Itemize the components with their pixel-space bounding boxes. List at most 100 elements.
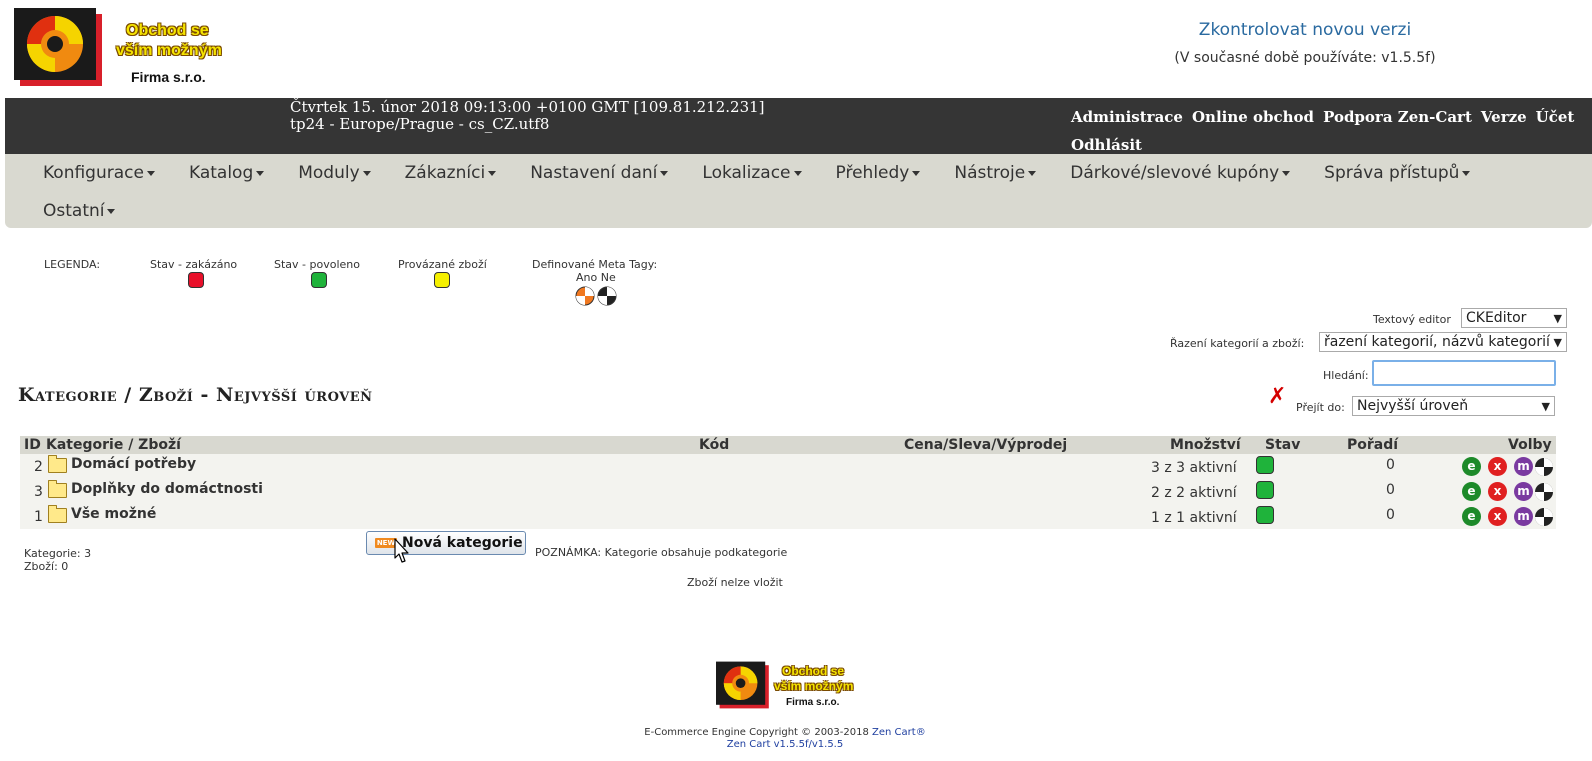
check-version-link[interactable]: Zkontrolovat novou verzi: [1140, 20, 1470, 40]
table-header: ID Kategorie / Zboží Kód Cena/Sleva/Výpr…: [20, 436, 1556, 454]
meta-no-icon[interactable]: [1534, 482, 1554, 502]
status-enabled-icon[interactable]: [1256, 456, 1274, 474]
caret-down-icon: [107, 208, 116, 214]
row-id: 2: [34, 459, 43, 475]
nav-account[interactable]: Účet: [1536, 108, 1575, 126]
goto-select[interactable]: Nejvyšší úroveň ▼: [1352, 396, 1555, 416]
delete-icon[interactable]: x: [1488, 457, 1507, 476]
version-box: Zkontrolovat novou verzi (V současné dob…: [1140, 20, 1470, 66]
shop-logo[interactable]: Obchod se vším možným Firma s.r.o.: [14, 6, 254, 92]
delete-icon[interactable]: x: [1488, 482, 1507, 501]
col-name[interactable]: Kategorie / Zboží: [46, 437, 181, 453]
meta-no-icon[interactable]: [1534, 507, 1554, 527]
caret-down-icon: [1028, 170, 1037, 176]
sort-select[interactable]: řazení kategorií, názvů kategorií ▼: [1319, 332, 1567, 352]
move-icon[interactable]: m: [1514, 482, 1533, 501]
logo-icon: [716, 661, 769, 709]
chevron-down-icon: ▼: [1553, 312, 1562, 325]
row-order: 0: [1386, 457, 1395, 473]
legend-title: LEGENDA:: [44, 258, 101, 271]
status-enabled-icon[interactable]: [1256, 481, 1274, 499]
move-icon[interactable]: m: [1514, 457, 1533, 476]
folder-icon[interactable]: [48, 455, 67, 473]
logo-text-line2: vším možným: [116, 42, 222, 59]
search-label: Hledání:: [1323, 369, 1369, 382]
caret-down-icon: [256, 170, 265, 176]
table-row[interactable]: 2 Domácí potřeby 3 z 3 aktivní 0 e x m: [20, 454, 1556, 479]
edit-icon[interactable]: e: [1462, 457, 1481, 476]
legend-disabled-label: Stav - zakázáno: [150, 258, 238, 271]
edit-icon[interactable]: e: [1462, 507, 1481, 526]
server-locale: tp24 - Europe/Prague - cs_CZ.utf8: [290, 115, 550, 133]
col-qty: Množství: [1170, 437, 1241, 453]
mouse-cursor-icon: [394, 538, 409, 563]
menu-prehledy[interactable]: Přehledy: [836, 163, 921, 183]
table-row[interactable]: 3 Doplňky do domáctnosti 2 z 2 aktivní 0…: [20, 479, 1556, 504]
category-name[interactable]: Domácí potřeby: [71, 456, 196, 472]
meta-no-icon: [597, 286, 617, 306]
main-menu-row-2: Ostatní: [43, 201, 149, 221]
caret-down-icon: [912, 170, 921, 176]
logo-text-line1: Obchod se: [126, 22, 209, 39]
move-icon[interactable]: m: [1514, 507, 1533, 526]
delete-icon[interactable]: x: [1488, 507, 1507, 526]
caret-down-icon: [793, 170, 802, 176]
main-menu: Konfigurace Katalog Moduly Zákazníci Nastave…: [5, 154, 1592, 228]
menu-sprava-pristupu[interactable]: Správa přístupů: [1324, 163, 1471, 183]
logo-text-line3: Firma s.r.o.: [131, 69, 206, 85]
admin-header-bar: Čtvrtek 15. únor 2018 09:13:00 +0100 GMT…: [5, 98, 1592, 154]
status-enabled-icon: [311, 272, 327, 288]
menu-lokalizace[interactable]: Lokalizace: [702, 163, 802, 183]
footer-logo-line1: Obchod se: [782, 664, 845, 678]
row-order: 0: [1386, 482, 1395, 498]
row-qty: 2 z 2 aktivní: [1151, 485, 1237, 501]
chevron-down-icon: ▼: [1553, 336, 1562, 349]
zencart-link[interactable]: Zen Cart®: [872, 727, 926, 738]
legend-meta-yesno: Ano Ne: [576, 271, 616, 284]
new-category-button[interactable]: NEW Nová kategorie: [366, 531, 526, 555]
nav-version[interactable]: Verze: [1481, 108, 1527, 126]
col-order[interactable]: Pořadí: [1347, 437, 1398, 453]
sort-label: Řazení kategorií a zboží:: [1170, 337, 1305, 350]
row-id: 1: [34, 509, 43, 525]
footer-logo[interactable]: Obchod se vším možným Firma s.r.o.: [716, 658, 866, 714]
page-title: Kategorie / Zboží - Nejvyšší úroveň: [18, 384, 373, 406]
menu-moduly[interactable]: Moduly: [298, 163, 371, 183]
editor-select[interactable]: CKEditor ▼: [1461, 308, 1567, 328]
nav-support[interactable]: Podpora Zen-Cart: [1323, 108, 1472, 126]
new-category-label: Nová kategorie: [402, 535, 523, 551]
category-name[interactable]: Vše možné: [71, 506, 156, 522]
footer-logo-line3: Firma s.r.o.: [786, 697, 840, 708]
linked-product-icon: [434, 272, 450, 288]
search-input[interactable]: [1372, 360, 1556, 386]
table-row[interactable]: 1 Vše možné 1 z 1 aktivní 0 e x m: [20, 504, 1556, 529]
menu-katalog[interactable]: Katalog: [189, 163, 265, 183]
menu-kupony[interactable]: Dárkové/slevové kupóny: [1070, 163, 1291, 183]
zencart-version-link[interactable]: Zen Cart v1.5.5f/v1.5.5: [727, 739, 843, 750]
menu-nastaveni-dani[interactable]: Nastavení daní: [530, 163, 669, 183]
category-name[interactable]: Doplňky do domáctnosti: [71, 481, 263, 497]
menu-nastroje[interactable]: Nástroje: [954, 163, 1037, 183]
footer-copyright: E-Commerce Engine Copyright © 2003-2018 …: [644, 727, 926, 738]
caret-down-icon: [488, 170, 497, 176]
nav-logout[interactable]: Odhlásit: [1071, 136, 1142, 154]
caret-down-icon: [362, 170, 371, 176]
legend-enabled-label: Stav - povoleno: [274, 258, 360, 271]
folder-icon[interactable]: [48, 505, 67, 523]
status-enabled-icon[interactable]: [1256, 506, 1274, 524]
col-id[interactable]: ID: [24, 437, 41, 453]
reset-search-icon[interactable]: ✗: [1268, 384, 1286, 409]
meta-yes-icon: [575, 286, 595, 306]
folder-icon[interactable]: [48, 480, 67, 498]
menu-ostatni[interactable]: Ostatní: [43, 201, 116, 221]
row-order: 0: [1386, 507, 1395, 523]
current-version: (V současné době používáte: v1.5.5f): [1174, 50, 1436, 66]
edit-icon[interactable]: e: [1462, 482, 1481, 501]
menu-konfigurace[interactable]: Konfigurace: [43, 163, 155, 183]
nav-administrace[interactable]: Administrace: [1071, 108, 1183, 126]
nav-online-shop[interactable]: Online obchod: [1192, 108, 1314, 126]
menu-zakaznici[interactable]: Zákazníci: [405, 163, 497, 183]
caret-down-icon: [1282, 170, 1291, 176]
caret-down-icon: [660, 170, 669, 176]
meta-no-icon[interactable]: [1534, 457, 1554, 477]
